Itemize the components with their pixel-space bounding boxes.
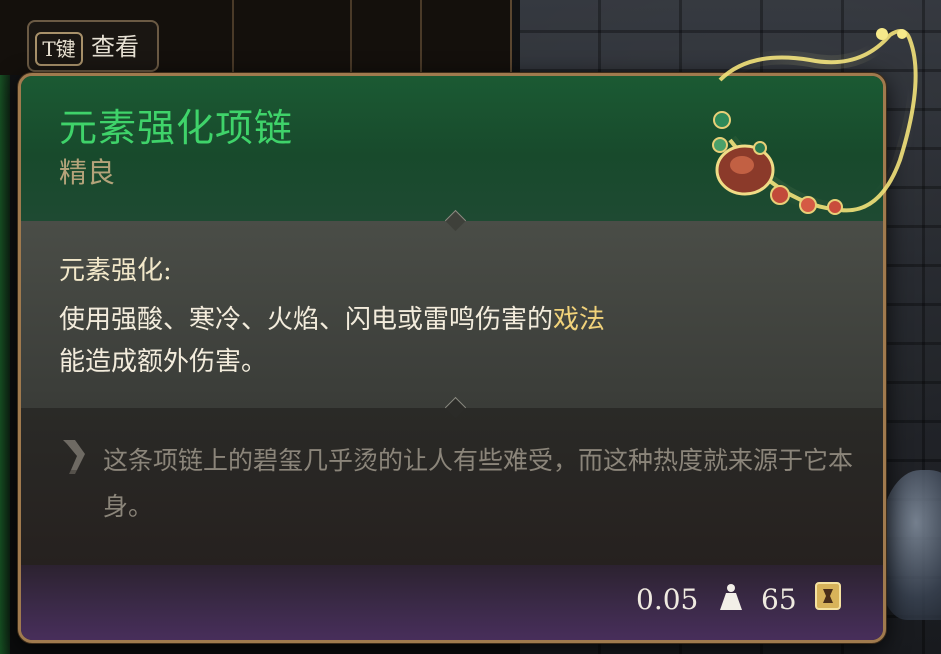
effect-desc-part1: 使用强酸、寒冷、火焰、闪电或雷鸣伤害的 [59,305,554,335]
lore-text: 这条项链上的碧玺几乎烫的让人有些难受，而这种热度就来源于它本身。 [103,446,854,521]
gold-coin-icon [815,582,841,610]
tooltip-lore-section: 这条项链上的碧玺几乎烫的让人有些难受，而这种热度就来源于它本身。 [21,396,883,565]
panel-divider [232,0,234,75]
effect-desc-part2: 能造成额外伤害。 [59,347,268,377]
item-name: 元素强化项链 [59,106,294,150]
quill-icon [63,440,85,474]
panel-divider [420,0,422,75]
examine-key-hint[interactable]: T键 查看 [27,20,159,72]
weight-value: 0.05 [636,583,699,616]
necklace-item-icon [712,24,923,218]
tooltip-effect-section: 元素强化: 使用强酸、寒冷、火焰、闪电或雷鸣伤害的戏法能造成额外伤害。 [21,209,883,408]
gold-value: 65 [761,583,797,616]
examine-label: 查看 [91,33,139,61]
effect-keyword-cantrip[interactable]: 戏法 [553,305,605,335]
panel-divider [350,0,352,75]
t-key-cap: T键 [35,32,83,66]
item-rarity: 精良 [59,156,116,189]
tooltip-footer: 0.05 65 [21,565,883,640]
background-pottery [880,470,941,620]
background-left-edge [0,0,10,654]
effect-title: 元素强化: [59,256,172,286]
weight-icon [720,584,742,610]
effect-description: 使用强酸、寒冷、火焰、闪电或雷鸣伤害的戏法能造成额外伤害。 [59,299,619,383]
game-screen: T键 查看 元素强化项链 精良 元素强化: 使用强酸、寒冷、火焰、闪电或雷鸣伤害… [0,0,941,654]
